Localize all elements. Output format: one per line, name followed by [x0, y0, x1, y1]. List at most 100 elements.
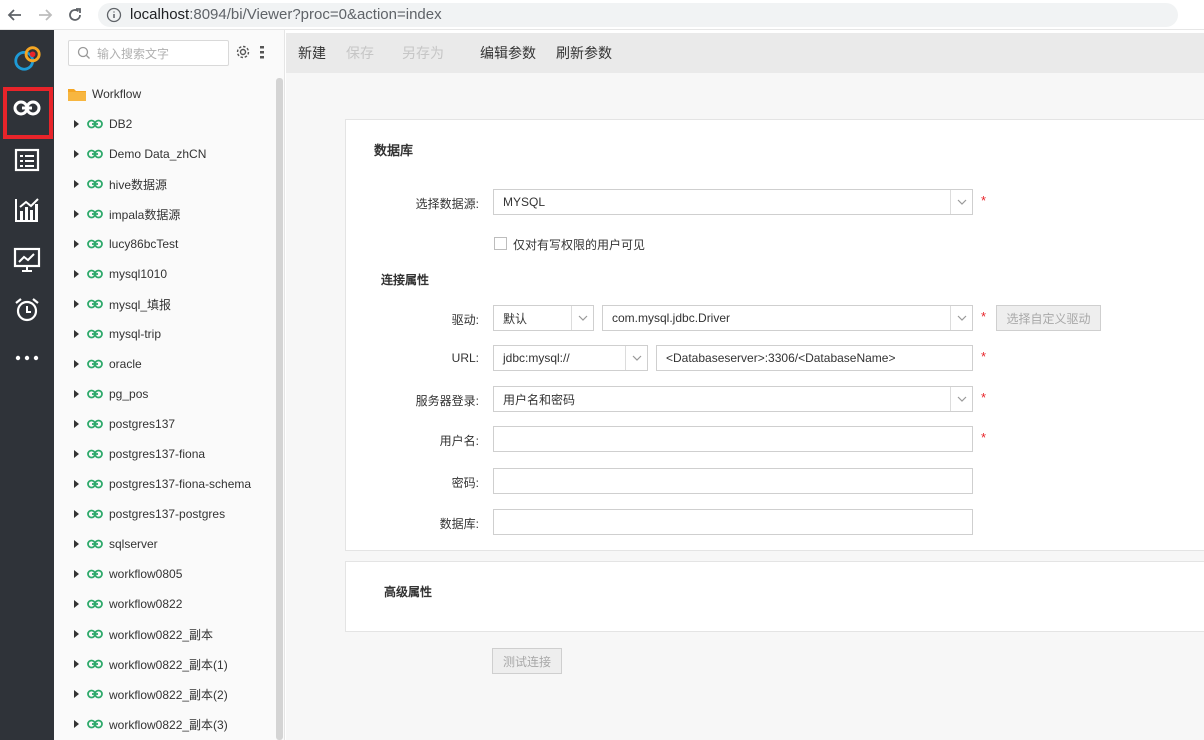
caret-right-icon[interactable] [71, 269, 81, 279]
url-prefix-dropdown[interactable] [625, 346, 647, 370]
advanced-section-title: 高级属性 [384, 585, 433, 599]
tree-item[interactable]: DB2 [54, 109, 276, 139]
chevron-down-icon [578, 315, 587, 321]
tree-item[interactable]: lucy86bcTest [54, 229, 276, 259]
caret-right-icon[interactable] [71, 239, 81, 249]
caret-right-icon[interactable] [71, 509, 81, 519]
driver-dropdown[interactable] [950, 306, 972, 330]
address-bar[interactable]: localhost:8094/bi/Viewer?proc=0&action=i… [98, 2, 1178, 27]
caret-right-icon[interactable] [71, 359, 81, 369]
kebab-menu-icon[interactable] [258, 44, 266, 60]
link-icon [87, 659, 103, 669]
tree-item-label: postgres137-fiona [109, 447, 206, 461]
main-toolbar: 新建 保存 另存为 编辑参数 刷新参数 [286, 33, 1204, 73]
tree-item-label: workflow0822_副本(2) [109, 687, 228, 702]
tree-item[interactable]: mysql-trip [54, 319, 276, 349]
tree-item[interactable]: mysql_填报 [54, 289, 276, 319]
tree-item[interactable]: postgres137-fiona-schema [54, 469, 276, 499]
tree-item[interactable]: workflow0822 [54, 589, 276, 619]
tree-item-label: sqlserver [109, 537, 158, 551]
datasource-value: MYSQL [503, 195, 546, 209]
server-login-select[interactable]: 用户名和密码 [493, 386, 973, 412]
database-input[interactable] [493, 509, 973, 535]
connection-section-title: 连接属性 [381, 273, 430, 287]
tree-item[interactable]: postgres137 [54, 409, 276, 439]
caret-right-icon[interactable] [71, 659, 81, 669]
back-button[interactable] [0, 0, 30, 30]
refresh-params-button[interactable]: 刷新参数 [556, 43, 612, 63]
test-connection-button[interactable]: 测试连接 [492, 648, 562, 674]
caret-right-icon[interactable] [71, 629, 81, 639]
tree-item[interactable]: sqlserver [54, 529, 276, 559]
tree-item[interactable]: postgres137-fiona [54, 439, 276, 469]
rail-more[interactable] [0, 333, 54, 383]
tree-item[interactable]: workflow0822_副本(3) [54, 709, 276, 739]
caret-right-icon[interactable] [71, 599, 81, 609]
datasource-dropdown[interactable] [950, 190, 972, 214]
rail-report[interactable] [0, 135, 54, 185]
caret-right-icon[interactable] [71, 299, 81, 309]
link-icon [87, 419, 103, 429]
reload-button[interactable] [60, 0, 90, 30]
arrow-left-icon [7, 8, 21, 21]
caret-right-icon[interactable] [71, 209, 81, 219]
link-icon [87, 539, 103, 549]
caret-right-icon[interactable] [71, 449, 81, 459]
caret-right-icon[interactable] [71, 419, 81, 429]
search-input[interactable]: 输入搜索文字 [68, 40, 229, 66]
driver-mode-select[interactable]: 默认 [493, 305, 594, 331]
forward-button[interactable] [30, 0, 60, 30]
username-input[interactable] [493, 426, 973, 452]
caret-right-icon[interactable] [71, 479, 81, 489]
caret-right-icon[interactable] [71, 329, 81, 339]
link-icon [87, 389, 103, 399]
writable-only-checkbox[interactable] [494, 237, 507, 250]
advanced-card[interactable]: 高级属性 [345, 561, 1204, 632]
logo[interactable] [0, 33, 54, 83]
rail-dashboard[interactable] [0, 235, 54, 285]
tree-item-label: hive数据源 [109, 177, 168, 192]
tree-scrollbar[interactable] [276, 78, 283, 740]
save-as-button[interactable]: 另存为 [402, 43, 444, 63]
tree-item[interactable]: workflow0822_副本(1) [54, 649, 276, 679]
edit-params-button[interactable]: 编辑参数 [480, 43, 536, 63]
tree-item[interactable]: hive数据源 [54, 169, 276, 199]
caret-right-icon[interactable] [71, 539, 81, 549]
rail-schedule[interactable] [0, 285, 54, 335]
tree-item[interactable]: Demo Data_zhCN [54, 139, 276, 169]
tree-item[interactable]: pg_pos [54, 379, 276, 409]
caret-right-icon[interactable] [71, 569, 81, 579]
database-card: 数据库 选择数据源: MYSQL * 仅对有写权限的用户可见 连接属性 驱动: … [345, 119, 1204, 551]
driver-select[interactable]: com.mysql.jdbc.Driver [602, 305, 973, 331]
tree-root-workflow[interactable]: Workflow [54, 79, 276, 109]
tree-item[interactable]: impala数据源 [54, 199, 276, 229]
tree-item[interactable]: workflow0805 [54, 559, 276, 589]
save-button[interactable]: 保存 [346, 43, 374, 63]
tree-item[interactable]: mysql1010 [54, 259, 276, 289]
password-input[interactable] [493, 468, 973, 494]
tree-item-label: workflow0822 [109, 597, 183, 611]
caret-right-icon[interactable] [71, 689, 81, 699]
tree-item[interactable]: postgres137-postgres [54, 499, 276, 529]
logo-icon [14, 46, 41, 71]
caret-right-icon[interactable] [71, 389, 81, 399]
tree-item[interactable]: workflow0822_副本(2) [54, 679, 276, 709]
report-icon [14, 148, 40, 172]
rail-chart[interactable] [0, 185, 54, 235]
new-button[interactable]: 新建 [298, 43, 326, 63]
custom-driver-button[interactable]: 选择自定义驱动 [996, 305, 1101, 331]
caret-right-icon[interactable] [71, 719, 81, 729]
tree-item[interactable]: workflow0822_副本 [54, 619, 276, 649]
caret-right-icon[interactable] [71, 149, 81, 159]
caret-right-icon[interactable] [71, 179, 81, 189]
server-login-dropdown[interactable] [950, 387, 972, 411]
search-icon [77, 46, 90, 59]
caret-right-icon[interactable] [71, 119, 81, 129]
gear-icon[interactable] [235, 44, 251, 60]
datasource-select[interactable]: MYSQL [493, 189, 973, 215]
url-input[interactable]: <Databaseserver>:3306/<DatabaseName> [656, 345, 973, 371]
url-prefix-select[interactable]: jdbc:mysql:// [493, 345, 648, 371]
driver-mode-dropdown[interactable] [571, 306, 593, 330]
required-mark: * [981, 430, 987, 445]
tree-item[interactable]: oracle [54, 349, 276, 379]
